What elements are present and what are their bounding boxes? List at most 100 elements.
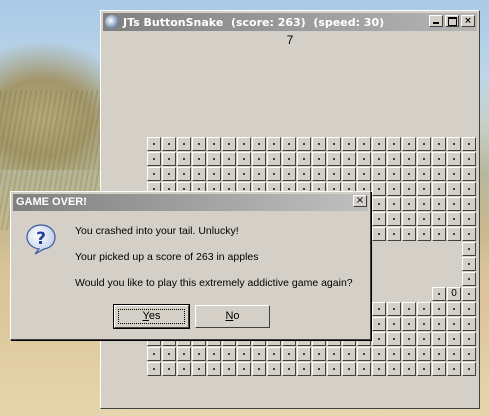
board-cell-button[interactable]: [237, 362, 251, 376]
board-cell-button[interactable]: [387, 197, 401, 211]
close-button[interactable]: ×: [461, 15, 475, 27]
board-cell-button[interactable]: [372, 332, 386, 346]
board-cell-button[interactable]: [147, 347, 161, 361]
board-cell-button[interactable]: [192, 152, 206, 166]
board-cell-button[interactable]: [177, 167, 191, 181]
board-cell-button[interactable]: [402, 197, 416, 211]
board-cell-button[interactable]: [402, 182, 416, 196]
board-cell-button[interactable]: [447, 317, 461, 331]
board-cell-button[interactable]: [192, 362, 206, 376]
board-cell-button[interactable]: [162, 167, 176, 181]
window-titlebar[interactable]: JTs ButtonSnake (score: 263) (speed: 30)…: [103, 13, 477, 31]
board-cell-button[interactable]: [192, 167, 206, 181]
board-cell-button[interactable]: [387, 137, 401, 151]
board-cell-button[interactable]: [447, 302, 461, 316]
board-cell-button[interactable]: [237, 347, 251, 361]
board-cell-button[interactable]: [402, 347, 416, 361]
board-cell-button[interactable]: [417, 227, 431, 241]
board-cell-button[interactable]: [297, 137, 311, 151]
board-cell-button[interactable]: [432, 137, 446, 151]
board-cell-button[interactable]: [462, 197, 476, 211]
board-cell-button[interactable]: [447, 227, 461, 241]
board-cell-button[interactable]: [312, 137, 326, 151]
board-cell-button[interactable]: [267, 347, 281, 361]
board-cell-button[interactable]: [417, 212, 431, 226]
board-cell-button[interactable]: [387, 212, 401, 226]
board-cell-button[interactable]: [372, 197, 386, 211]
board-cell-button[interactable]: [312, 347, 326, 361]
board-cell-button[interactable]: [282, 347, 296, 361]
board-cell-button[interactable]: [387, 167, 401, 181]
board-cell-button[interactable]: [177, 362, 191, 376]
board-cell-button[interactable]: [402, 167, 416, 181]
board-cell-button[interactable]: [207, 167, 221, 181]
board-cell-button[interactable]: [252, 152, 266, 166]
board-cell-button[interactable]: [417, 137, 431, 151]
board-cell-button[interactable]: [162, 152, 176, 166]
board-cell-button[interactable]: [387, 347, 401, 361]
board-cell-button[interactable]: [417, 332, 431, 346]
board-cell-button[interactable]: [192, 137, 206, 151]
yes-button[interactable]: Yes: [113, 304, 190, 329]
board-cell-button[interactable]: [267, 167, 281, 181]
board-cell-button[interactable]: [342, 362, 356, 376]
board-cell-button[interactable]: [402, 137, 416, 151]
board-cell-button[interactable]: [372, 362, 386, 376]
board-cell-button[interactable]: [462, 272, 476, 286]
board-cell-button[interactable]: [432, 287, 446, 301]
board-cell-button[interactable]: [447, 167, 461, 181]
board-cell-button[interactable]: [372, 347, 386, 361]
board-cell-button[interactable]: [222, 167, 236, 181]
board-cell-button[interactable]: [417, 362, 431, 376]
board-cell-button[interactable]: [447, 152, 461, 166]
board-cell-button[interactable]: [432, 167, 446, 181]
board-cell-button[interactable]: [462, 227, 476, 241]
board-cell-button[interactable]: [372, 167, 386, 181]
board-cell-button[interactable]: [342, 152, 356, 166]
board-cell-button[interactable]: [417, 347, 431, 361]
board-cell-button[interactable]: [462, 347, 476, 361]
board-cell-button[interactable]: [342, 137, 356, 151]
board-cell-button[interactable]: [207, 362, 221, 376]
board-cell-button[interactable]: [237, 152, 251, 166]
board-cell-button[interactable]: [357, 152, 371, 166]
board-cell-button[interactable]: [237, 137, 251, 151]
board-cell-button[interactable]: [387, 362, 401, 376]
board-cell-button[interactable]: [372, 302, 386, 316]
board-cell-button[interactable]: [462, 167, 476, 181]
board-cell-button[interactable]: [432, 317, 446, 331]
board-cell-button[interactable]: [432, 347, 446, 361]
board-cell-button[interactable]: [402, 332, 416, 346]
board-cell-button[interactable]: [207, 347, 221, 361]
board-cell-button[interactable]: [402, 152, 416, 166]
board-cell-head[interactable]: 0: [447, 287, 461, 301]
board-cell-button[interactable]: [447, 197, 461, 211]
board-cell-button[interactable]: [357, 167, 371, 181]
board-cell-button[interactable]: [432, 182, 446, 196]
board-cell-button[interactable]: [357, 137, 371, 151]
board-cell-button[interactable]: [402, 317, 416, 331]
board-cell-button[interactable]: [177, 347, 191, 361]
board-cell-button[interactable]: [327, 137, 341, 151]
board-cell-button[interactable]: [462, 332, 476, 346]
board-cell-button[interactable]: [372, 227, 386, 241]
board-cell-button[interactable]: [177, 137, 191, 151]
board-cell-button[interactable]: [387, 182, 401, 196]
board-cell-button[interactable]: [267, 137, 281, 151]
board-cell-button[interactable]: [447, 362, 461, 376]
board-cell-button[interactable]: [267, 152, 281, 166]
board-cell-button[interactable]: [462, 287, 476, 301]
board-cell-button[interactable]: [147, 137, 161, 151]
board-cell-button[interactable]: [342, 347, 356, 361]
board-cell-button[interactable]: [327, 362, 341, 376]
board-cell-button[interactable]: [432, 362, 446, 376]
board-cell-button[interactable]: [462, 152, 476, 166]
board-cell-button[interactable]: [297, 167, 311, 181]
board-cell-button[interactable]: [312, 152, 326, 166]
board-cell-button[interactable]: [372, 182, 386, 196]
board-cell-button[interactable]: [447, 347, 461, 361]
board-cell-button[interactable]: [462, 182, 476, 196]
maximize-button[interactable]: [445, 15, 459, 27]
board-cell-button[interactable]: [462, 302, 476, 316]
board-cell-button[interactable]: [462, 257, 476, 271]
